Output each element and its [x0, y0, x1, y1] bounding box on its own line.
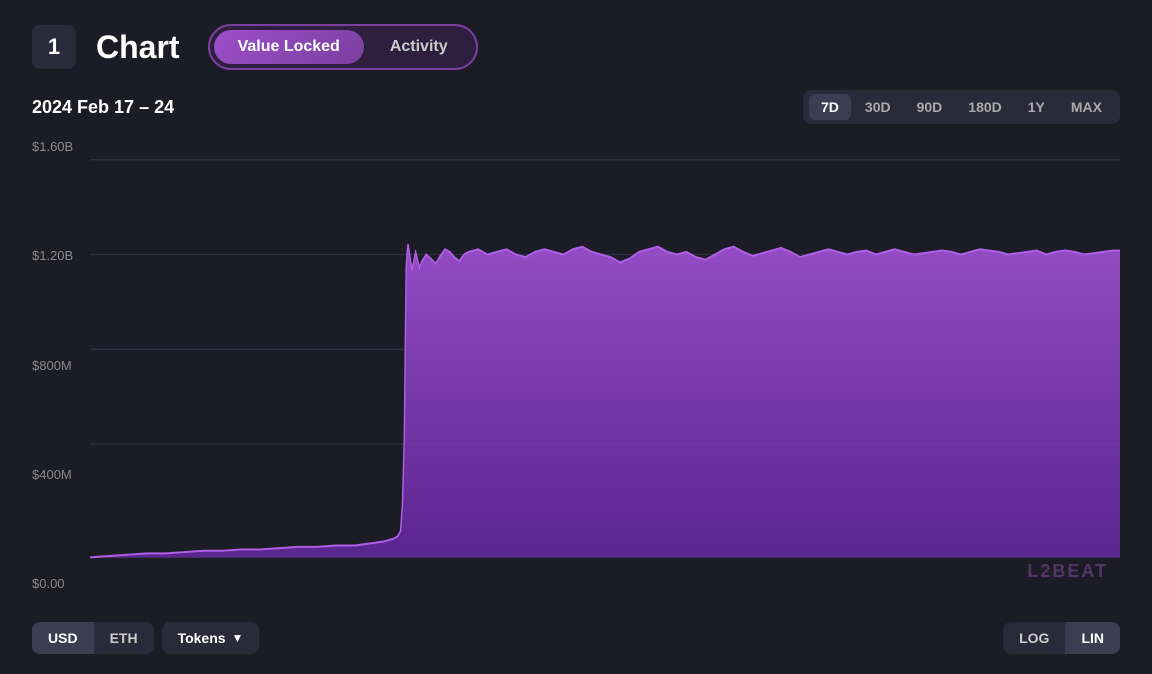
bottom-left-controls: USD ETH Tokens ▼: [32, 622, 259, 654]
y-label-160b: $1.60B: [32, 140, 73, 153]
tab-activity[interactable]: Activity: [366, 30, 472, 64]
tokens-label: Tokens: [178, 630, 226, 646]
controls-row: 2024 Feb 17 – 24 7D 30D 90D 180D 1Y MAX: [32, 90, 1120, 124]
time-btn-180d[interactable]: 180D: [956, 94, 1013, 120]
bottom-right-controls: LOG LIN: [1003, 622, 1120, 654]
chart-badge: 1: [32, 25, 76, 69]
unit-btn-usd[interactable]: USD: [32, 622, 94, 654]
bottom-row: USD ETH Tokens ▼ LOG LIN: [32, 622, 1120, 654]
y-label-400m: $400M: [32, 468, 73, 481]
time-btn-30d[interactable]: 30D: [853, 94, 903, 120]
scale-btn-lin[interactable]: LIN: [1065, 622, 1120, 654]
tab-value-locked[interactable]: Value Locked: [214, 30, 364, 64]
chart-title: Chart: [96, 29, 180, 66]
chart-svg: [32, 136, 1120, 610]
scale-group: LOG LIN: [1003, 622, 1120, 654]
y-axis-labels: $1.60B $1.20B $800M $400M $0.00: [32, 136, 73, 610]
unit-btn-eth[interactable]: ETH: [94, 622, 154, 654]
date-range: 2024 Feb 17 – 24: [32, 97, 174, 118]
y-label-800m: $800M: [32, 359, 73, 372]
unit-group: USD ETH: [32, 622, 154, 654]
time-btn-7d[interactable]: 7D: [809, 94, 851, 120]
main-container: 1 Chart Value Locked Activity 2024 Feb 1…: [0, 0, 1152, 674]
time-btn-90d[interactable]: 90D: [905, 94, 955, 120]
chevron-down-icon: ▼: [232, 631, 244, 645]
time-btn-max[interactable]: MAX: [1059, 94, 1114, 120]
scale-btn-log[interactable]: LOG: [1003, 622, 1065, 654]
tab-group: Value Locked Activity: [208, 24, 478, 70]
chart-svg-wrapper: $1.60B $1.20B $800M $400M $0.00: [32, 136, 1120, 610]
time-btn-1y[interactable]: 1Y: [1016, 94, 1057, 120]
chart-area: $1.60B $1.20B $800M $400M $0.00: [32, 136, 1120, 610]
y-label-0: $0.00: [32, 577, 73, 590]
y-label-120b: $1.20B: [32, 249, 73, 262]
time-range-group: 7D 30D 90D 180D 1Y MAX: [803, 90, 1120, 124]
watermark: L2BEAT: [1027, 561, 1108, 582]
header-row: 1 Chart Value Locked Activity: [32, 24, 1120, 70]
tokens-button[interactable]: Tokens ▼: [162, 622, 260, 654]
